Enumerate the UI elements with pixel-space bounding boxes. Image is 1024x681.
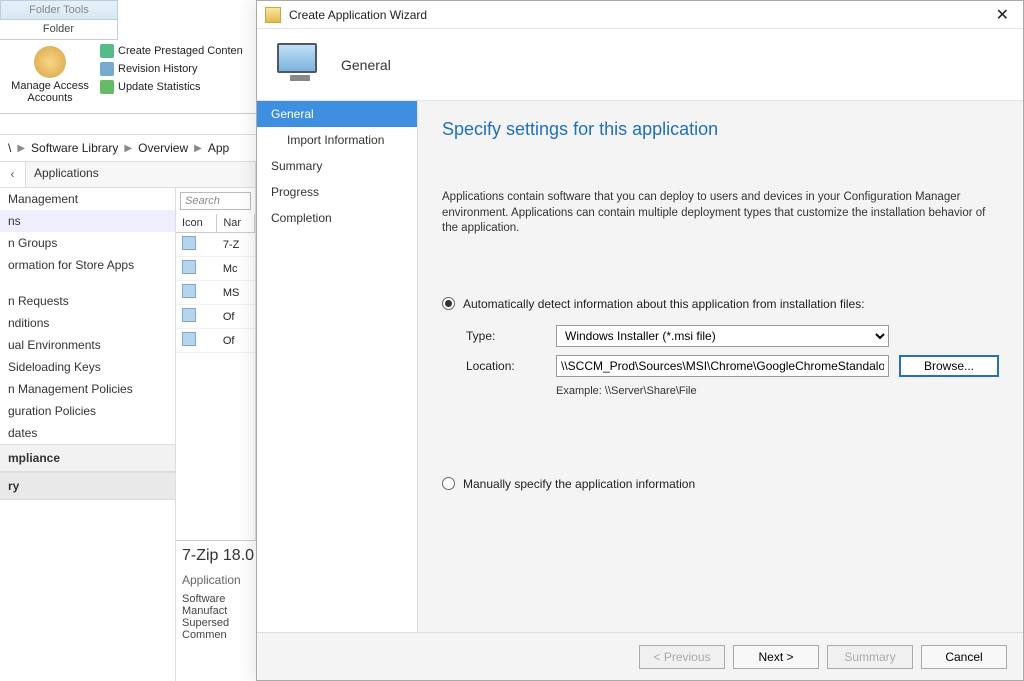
- table-row[interactable]: MS: [176, 281, 255, 305]
- history-icon: [100, 62, 114, 76]
- app-icon: [182, 236, 196, 250]
- left-nav: Management ns n Groups ormation for Stor…: [0, 188, 176, 681]
- app-icon: [182, 284, 196, 298]
- type-label: Type:: [466, 329, 546, 343]
- radio-auto-detect[interactable]: Automatically detect information about t…: [442, 297, 999, 311]
- step-progress[interactable]: Progress: [257, 179, 417, 205]
- location-label: Location:: [466, 359, 546, 373]
- collapse-nav-button[interactable]: ‹: [0, 162, 26, 187]
- step-import-information[interactable]: Import Information: [257, 127, 417, 153]
- computer-icon: [277, 43, 323, 87]
- step-summary[interactable]: Summary: [257, 153, 417, 179]
- browse-button[interactable]: Browse...: [899, 355, 999, 377]
- user-key-icon: [34, 46, 66, 78]
- location-example: Example: \\Server\Share\File: [556, 385, 999, 397]
- wizard-icon: [265, 7, 281, 23]
- nav-item[interactable]: ual Environments: [0, 334, 175, 356]
- previous-button: < Previous: [639, 645, 725, 669]
- create-prestaged-content-button[interactable]: Create Prestaged Conten: [100, 44, 243, 58]
- table-row[interactable]: Of: [176, 329, 255, 353]
- nav-item[interactable]: nditions: [0, 312, 175, 334]
- nav-item[interactable]: ns: [0, 210, 175, 232]
- application-detail: 7-Zip 18.0 Application Software Manufact…: [176, 540, 256, 681]
- summary-button: Summary: [827, 645, 913, 669]
- applications-header: Applications: [26, 162, 256, 187]
- nav-item[interactable]: n Management Policies: [0, 378, 175, 400]
- page-heading: Specify settings for this application: [442, 119, 999, 140]
- col-icon[interactable]: Icon: [176, 214, 217, 233]
- close-button[interactable]: ✕: [990, 5, 1015, 25]
- wizard-step-header: General: [341, 57, 391, 73]
- radio-icon: [442, 477, 455, 490]
- detail-title: 7-Zip 18.0: [182, 547, 250, 565]
- page-description: Applications contain software that you c…: [442, 190, 999, 237]
- search-input[interactable]: Search: [180, 192, 251, 210]
- breadcrumb[interactable]: \▶ Software Library▶ Overview▶ App: [0, 134, 256, 162]
- stats-icon: [100, 80, 114, 94]
- nav-section-compliance[interactable]: mpliance: [0, 444, 175, 472]
- detail-subtitle: Application: [182, 573, 250, 587]
- col-name[interactable]: Nar: [217, 214, 255, 233]
- nav-item[interactable]: Sideloading Keys: [0, 356, 175, 378]
- step-completion[interactable]: Completion: [257, 205, 417, 231]
- create-application-wizard: Create Application Wizard ✕ General Gene…: [256, 0, 1024, 681]
- nav-item[interactable]: Management: [0, 188, 175, 210]
- location-input[interactable]: [556, 355, 889, 377]
- nav-section-library[interactable]: ry: [0, 472, 175, 500]
- nav-item[interactable]: ormation for Store Apps: [0, 254, 175, 276]
- ribbon-tab-folder[interactable]: Folder: [0, 20, 118, 40]
- ribbon: Manage Access Accounts Create Prestaged …: [0, 40, 256, 114]
- step-general[interactable]: General: [257, 101, 417, 127]
- nav-item[interactable]: dates: [0, 422, 175, 444]
- app-icon: [182, 260, 196, 274]
- type-select[interactable]: Windows Installer (*.msi file): [556, 325, 889, 347]
- cancel-button[interactable]: Cancel: [921, 645, 1007, 669]
- wizard-title: Create Application Wizard: [289, 8, 982, 22]
- table-row[interactable]: Of: [176, 305, 255, 329]
- app-icon: [182, 308, 196, 322]
- nav-item[interactable]: n Requests: [0, 290, 175, 312]
- table-row[interactable]: Mc: [176, 257, 255, 281]
- manage-access-accounts-button[interactable]: Manage Access Accounts: [6, 44, 94, 109]
- ribbon-tab-folder-tools[interactable]: Folder Tools: [0, 0, 118, 20]
- radio-icon: [442, 297, 455, 310]
- wizard-steps: General Import Information Summary Progr…: [257, 101, 417, 632]
- nav-item[interactable]: n Groups: [0, 232, 175, 254]
- update-statistics-button[interactable]: Update Statistics: [100, 80, 243, 94]
- revision-history-button[interactable]: Revision History: [100, 62, 243, 76]
- app-icon: [182, 332, 196, 346]
- nav-item[interactable]: guration Policies: [0, 400, 175, 422]
- package-icon: [100, 44, 114, 58]
- next-button[interactable]: Next >: [733, 645, 819, 669]
- table-row[interactable]: 7-Z: [176, 233, 255, 257]
- radio-manual-specify[interactable]: Manually specify the application informa…: [442, 477, 999, 491]
